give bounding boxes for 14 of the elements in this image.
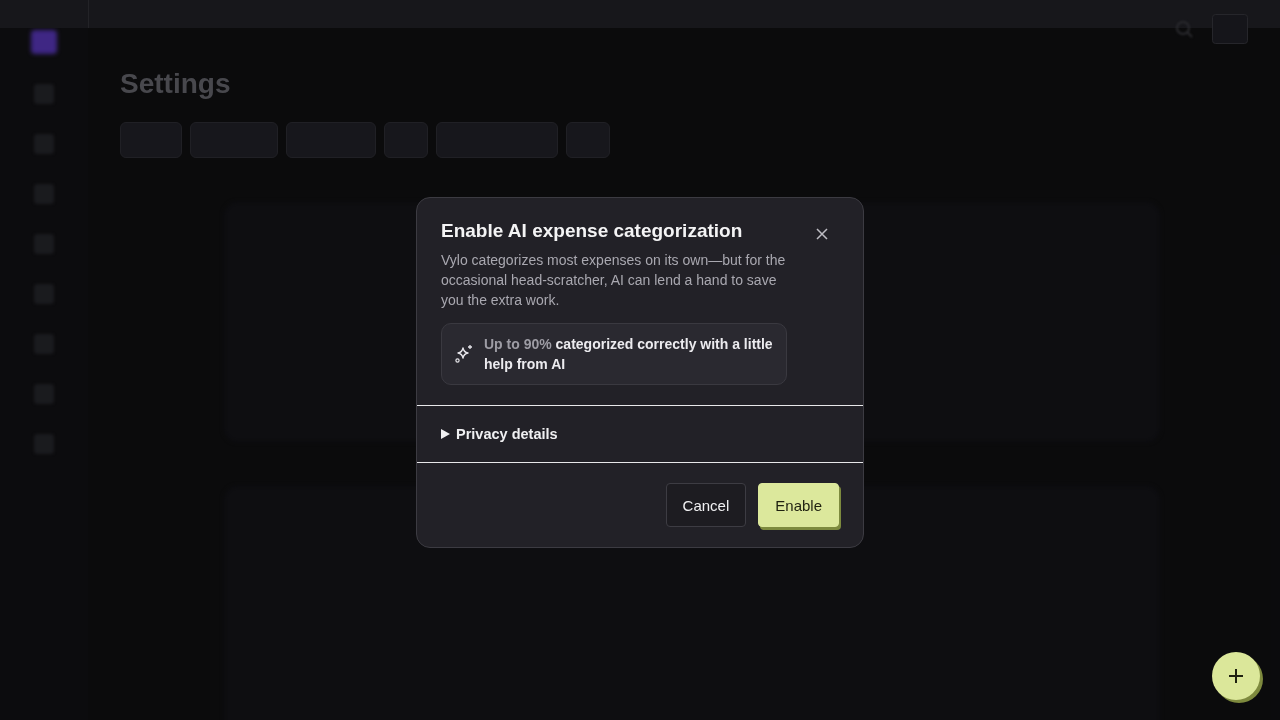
logo-icon [31, 30, 57, 54]
search-icon[interactable] [1174, 19, 1194, 39]
sparkle-icon [454, 344, 474, 364]
page-title: Settings [120, 68, 231, 100]
cancel-button[interactable]: Cancel [665, 483, 747, 527]
highlight-text: Up to 90% categorized correctly with a little help from AI [484, 335, 774, 374]
close-button[interactable] [815, 227, 829, 241]
privacy-details-toggle[interactable]: Privacy details [441, 426, 558, 442]
dialog-title: Enable AI expense categorization [441, 220, 743, 242]
plus-icon [1228, 668, 1244, 684]
add-button[interactable] [1212, 652, 1260, 700]
dialog-description: Vylo categorizes most expenses on its own—but for the occasional head-scratcher, AI can lend a hand to save you the extra work. [441, 251, 787, 310]
enable-button[interactable]: Enable [758, 483, 839, 527]
triangle-icon [441, 429, 450, 439]
